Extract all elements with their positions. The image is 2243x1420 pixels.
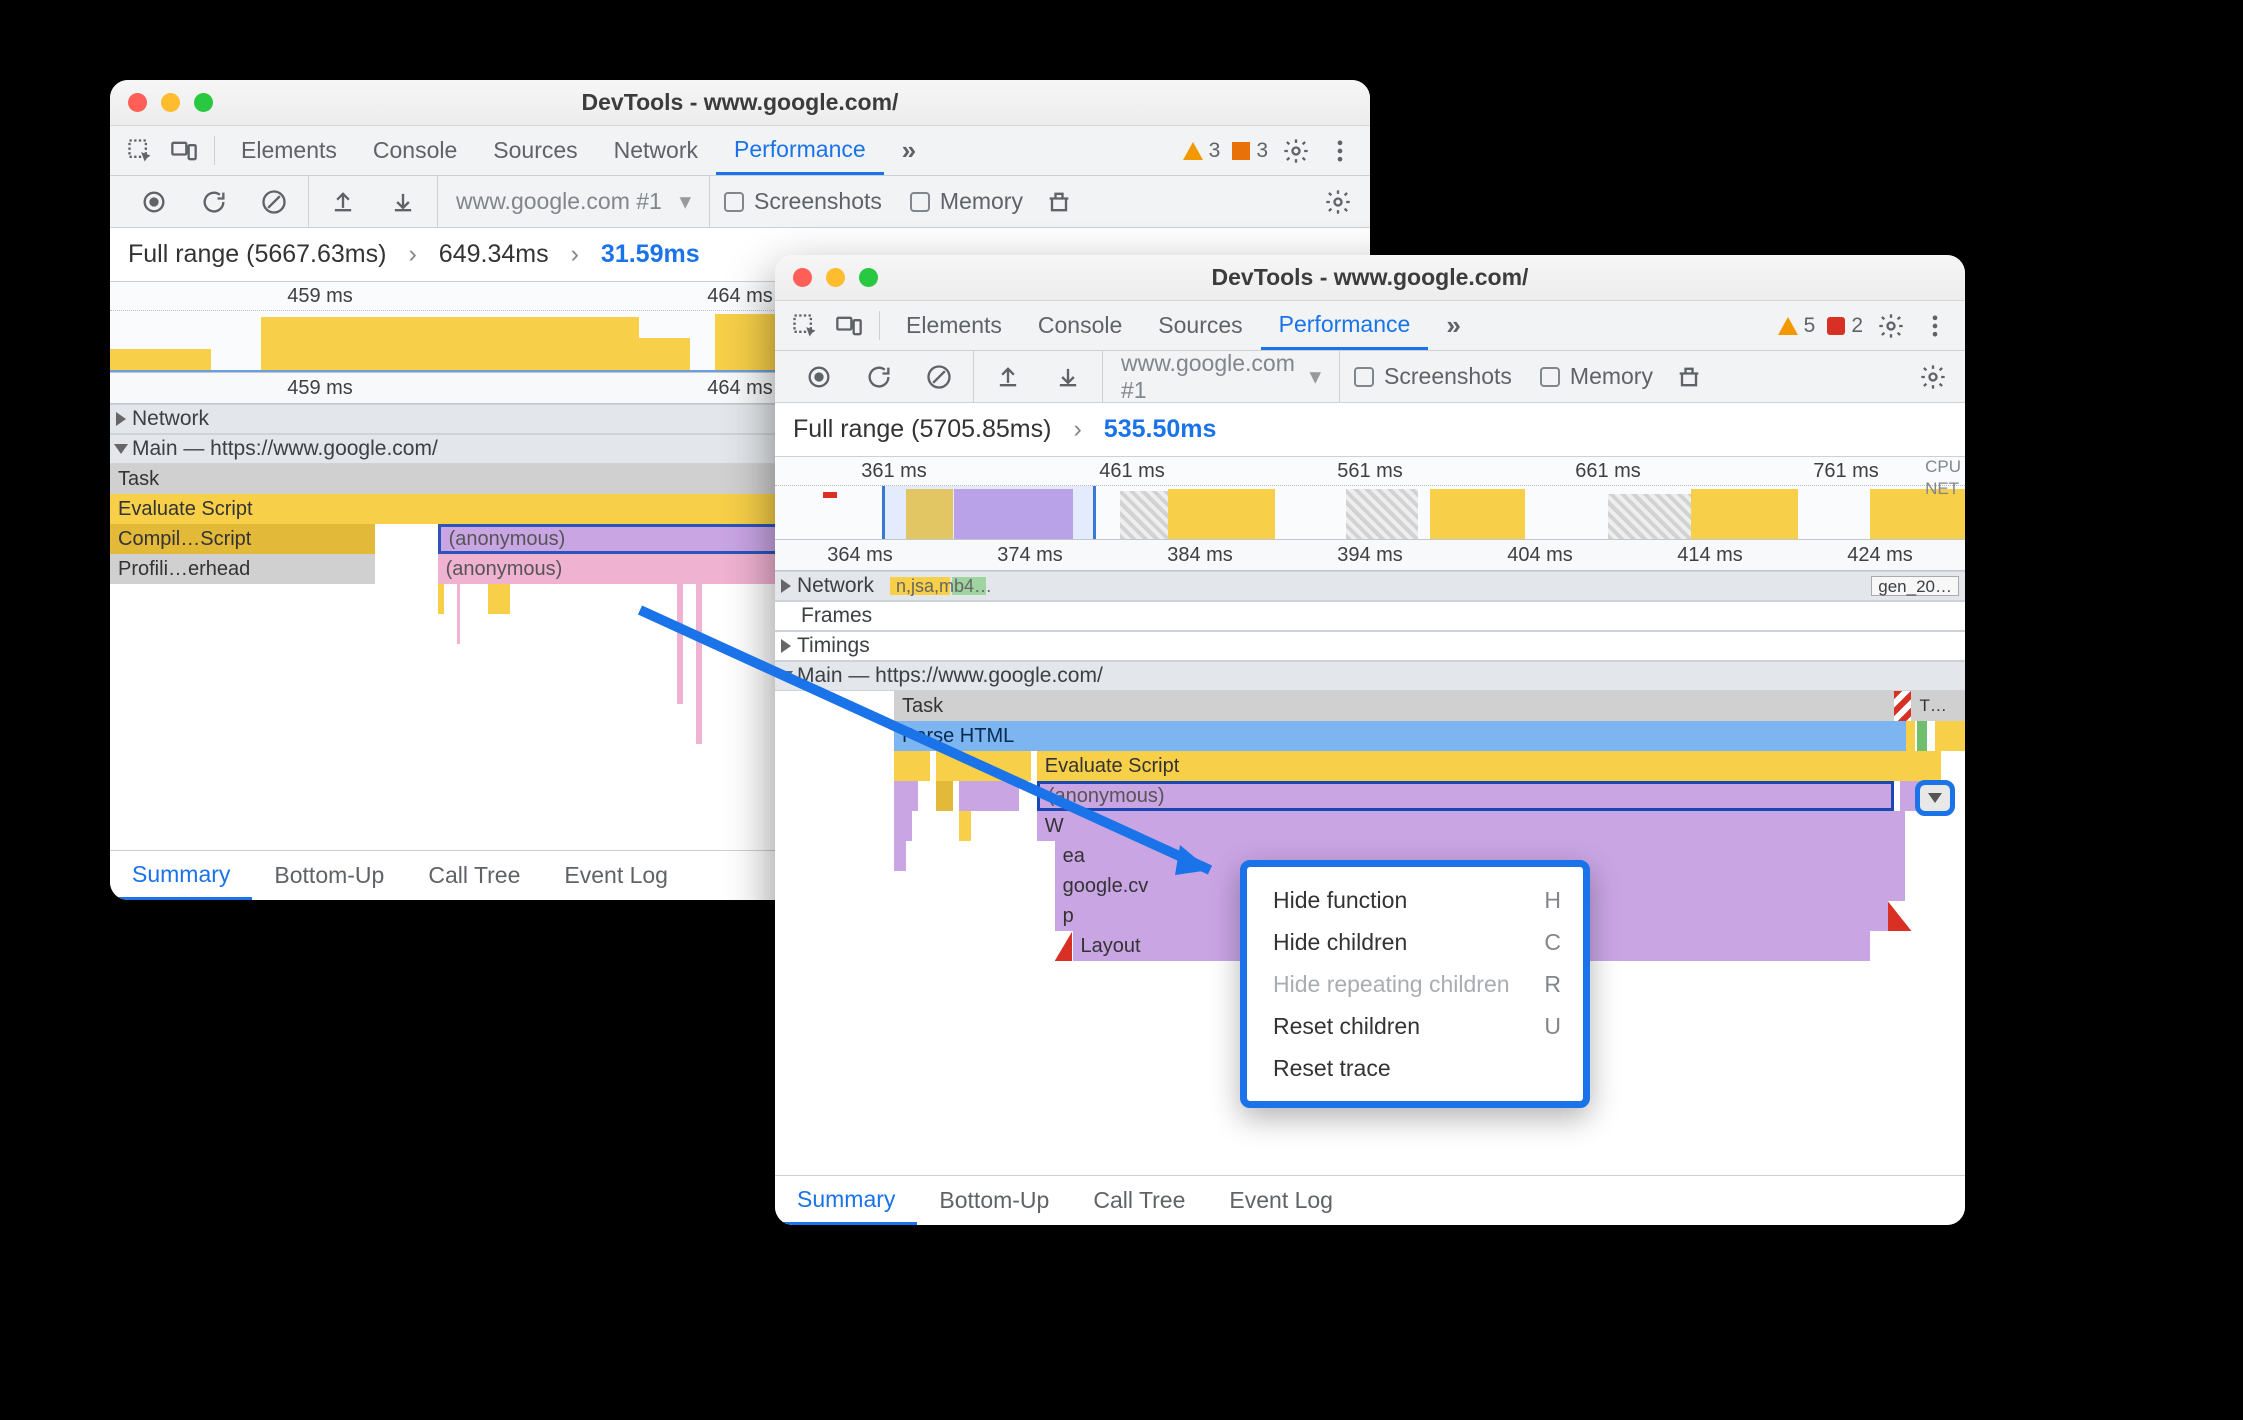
reload-icon[interactable] xyxy=(200,188,228,216)
flame-pre-eval[interactable]: Evaluate Script xyxy=(775,751,1965,781)
trace-selector[interactable]: www.google.com #1 ▾ xyxy=(438,176,710,227)
flame-anon-selected[interactable]: (anonymous) xyxy=(775,781,1965,811)
ctx-reset-children[interactable]: Reset childrenU xyxy=(1247,1005,1583,1047)
tab-sources[interactable]: Sources xyxy=(475,126,595,175)
record-icon[interactable] xyxy=(805,363,833,391)
issues-badge[interactable]: 3 xyxy=(1232,139,1268,163)
breadcrumb-current[interactable]: 31.59ms xyxy=(601,240,700,269)
breadcrumb-full[interactable]: Full range (5667.63ms) xyxy=(128,240,386,269)
bottom-tab-bottomup[interactable]: Bottom-Up xyxy=(917,1176,1071,1225)
bottom-tab-calltree[interactable]: Call Tree xyxy=(1071,1176,1207,1225)
flame-context-menu: Hide functionH Hide childrenC Hide repea… xyxy=(1240,860,1590,1108)
device-icon[interactable] xyxy=(835,312,863,340)
titlebar: DevTools - www.google.com/ xyxy=(775,255,1965,301)
gc-icon[interactable] xyxy=(1675,363,1703,391)
breadcrumb-mid[interactable]: 649.34ms xyxy=(439,240,549,269)
gear-icon[interactable] xyxy=(1919,363,1947,391)
overview-labels: CPU NET xyxy=(1925,457,1961,499)
flame-w[interactable]: W xyxy=(775,811,1965,841)
minimize-dot[interactable] xyxy=(161,93,180,112)
titlebar: DevTools - www.google.com/ xyxy=(110,80,1370,126)
reload-icon[interactable] xyxy=(865,363,893,391)
bottom-tab-eventlog[interactable]: Event Log xyxy=(1207,1176,1355,1225)
tab-console[interactable]: Console xyxy=(355,126,475,175)
entry-dropdown-icon[interactable] xyxy=(1915,780,1955,816)
ctx-hide-repeating: Hide repeating childrenR xyxy=(1247,963,1583,1005)
settings-icon[interactable] xyxy=(1877,312,1905,340)
tab-elements[interactable]: Elements xyxy=(223,126,355,175)
warnings-badge[interactable]: 3 xyxy=(1183,139,1221,163)
tab-sources[interactable]: Sources xyxy=(1140,301,1260,350)
ctx-hide-function[interactable]: Hide functionH xyxy=(1247,879,1583,921)
bottom-tab-bottomup[interactable]: Bottom-Up xyxy=(252,851,406,900)
device-icon[interactable] xyxy=(170,137,198,165)
traffic-lights xyxy=(793,255,878,300)
tab-performance[interactable]: Performance xyxy=(1261,301,1429,350)
bottom-tab-calltree[interactable]: Call Tree xyxy=(406,851,542,900)
bottom-tab-summary[interactable]: Summary xyxy=(775,1176,917,1225)
minimize-dot[interactable] xyxy=(826,268,845,287)
bottom-tab-summary[interactable]: Summary xyxy=(110,851,252,900)
kebab-icon[interactable] xyxy=(1921,312,1949,340)
bottom-tab-eventlog[interactable]: Event Log xyxy=(542,851,690,900)
upload-icon[interactable] xyxy=(994,363,1022,391)
warnings-badge[interactable]: 5 xyxy=(1778,314,1816,338)
screenshots-checkbox[interactable]: Screenshots xyxy=(710,188,896,215)
flame-parse-html[interactable]: Parse HTML xyxy=(775,721,1965,751)
upload-icon[interactable] xyxy=(329,188,357,216)
breadcrumb-current[interactable]: 535.50ms xyxy=(1104,415,1217,444)
tabs-overflow[interactable]: » xyxy=(884,126,934,175)
ctx-reset-trace[interactable]: Reset trace xyxy=(1247,1047,1583,1089)
tab-network[interactable]: Network xyxy=(596,126,716,175)
zoom-dot[interactable] xyxy=(194,93,213,112)
breadcrumb-sep: › xyxy=(1073,415,1081,444)
track-network[interactable]: Network n,jsa,mb4… gen_20… xyxy=(775,571,1965,601)
settings-icon[interactable] xyxy=(1282,137,1310,165)
tabs-overflow[interactable]: » xyxy=(1428,301,1478,350)
errors-badge[interactable]: 2 xyxy=(1827,314,1863,338)
close-dot[interactable] xyxy=(793,268,812,287)
kebab-icon[interactable] xyxy=(1326,137,1354,165)
flame-task[interactable]: Task T… xyxy=(775,691,1965,721)
bottom-tabs: Summary Bottom-Up Call Tree Event Log xyxy=(775,1175,1965,1225)
memory-checkbox[interactable]: Memory xyxy=(896,188,1037,215)
panel-tabbar: Elements Console Sources Network Perform… xyxy=(110,126,1370,176)
download-icon[interactable] xyxy=(1054,363,1082,391)
traffic-lights xyxy=(128,80,213,125)
tab-performance[interactable]: Performance xyxy=(716,126,884,175)
trace-selector[interactable]: www.google.com #1▾ xyxy=(1103,351,1340,402)
breadcrumb-sep: › xyxy=(408,240,416,269)
devtools-window-right: DevTools - www.google.com/ Elements Cons… xyxy=(775,255,1965,1225)
clear-icon[interactable] xyxy=(260,188,288,216)
inspect-icon[interactable] xyxy=(126,137,154,165)
close-dot[interactable] xyxy=(128,93,147,112)
gc-icon[interactable] xyxy=(1045,188,1073,216)
screenshots-checkbox[interactable]: Screenshots xyxy=(1340,363,1526,390)
tab-console[interactable]: Console xyxy=(1020,301,1140,350)
zoom-dot[interactable] xyxy=(859,268,878,287)
memory-checkbox[interactable]: Memory xyxy=(1526,363,1667,390)
breadcrumb-sep: › xyxy=(571,240,579,269)
perf-toolbar: www.google.com #1 ▾ Screenshots Memory xyxy=(110,176,1370,228)
download-icon[interactable] xyxy=(389,188,417,216)
ctx-hide-children[interactable]: Hide childrenC xyxy=(1247,921,1583,963)
inspect-icon[interactable] xyxy=(791,312,819,340)
record-icon[interactable] xyxy=(140,188,168,216)
window-title: DevTools - www.google.com/ xyxy=(1212,264,1529,291)
window-title: DevTools - www.google.com/ xyxy=(582,89,899,116)
gear-icon[interactable] xyxy=(1324,188,1352,216)
